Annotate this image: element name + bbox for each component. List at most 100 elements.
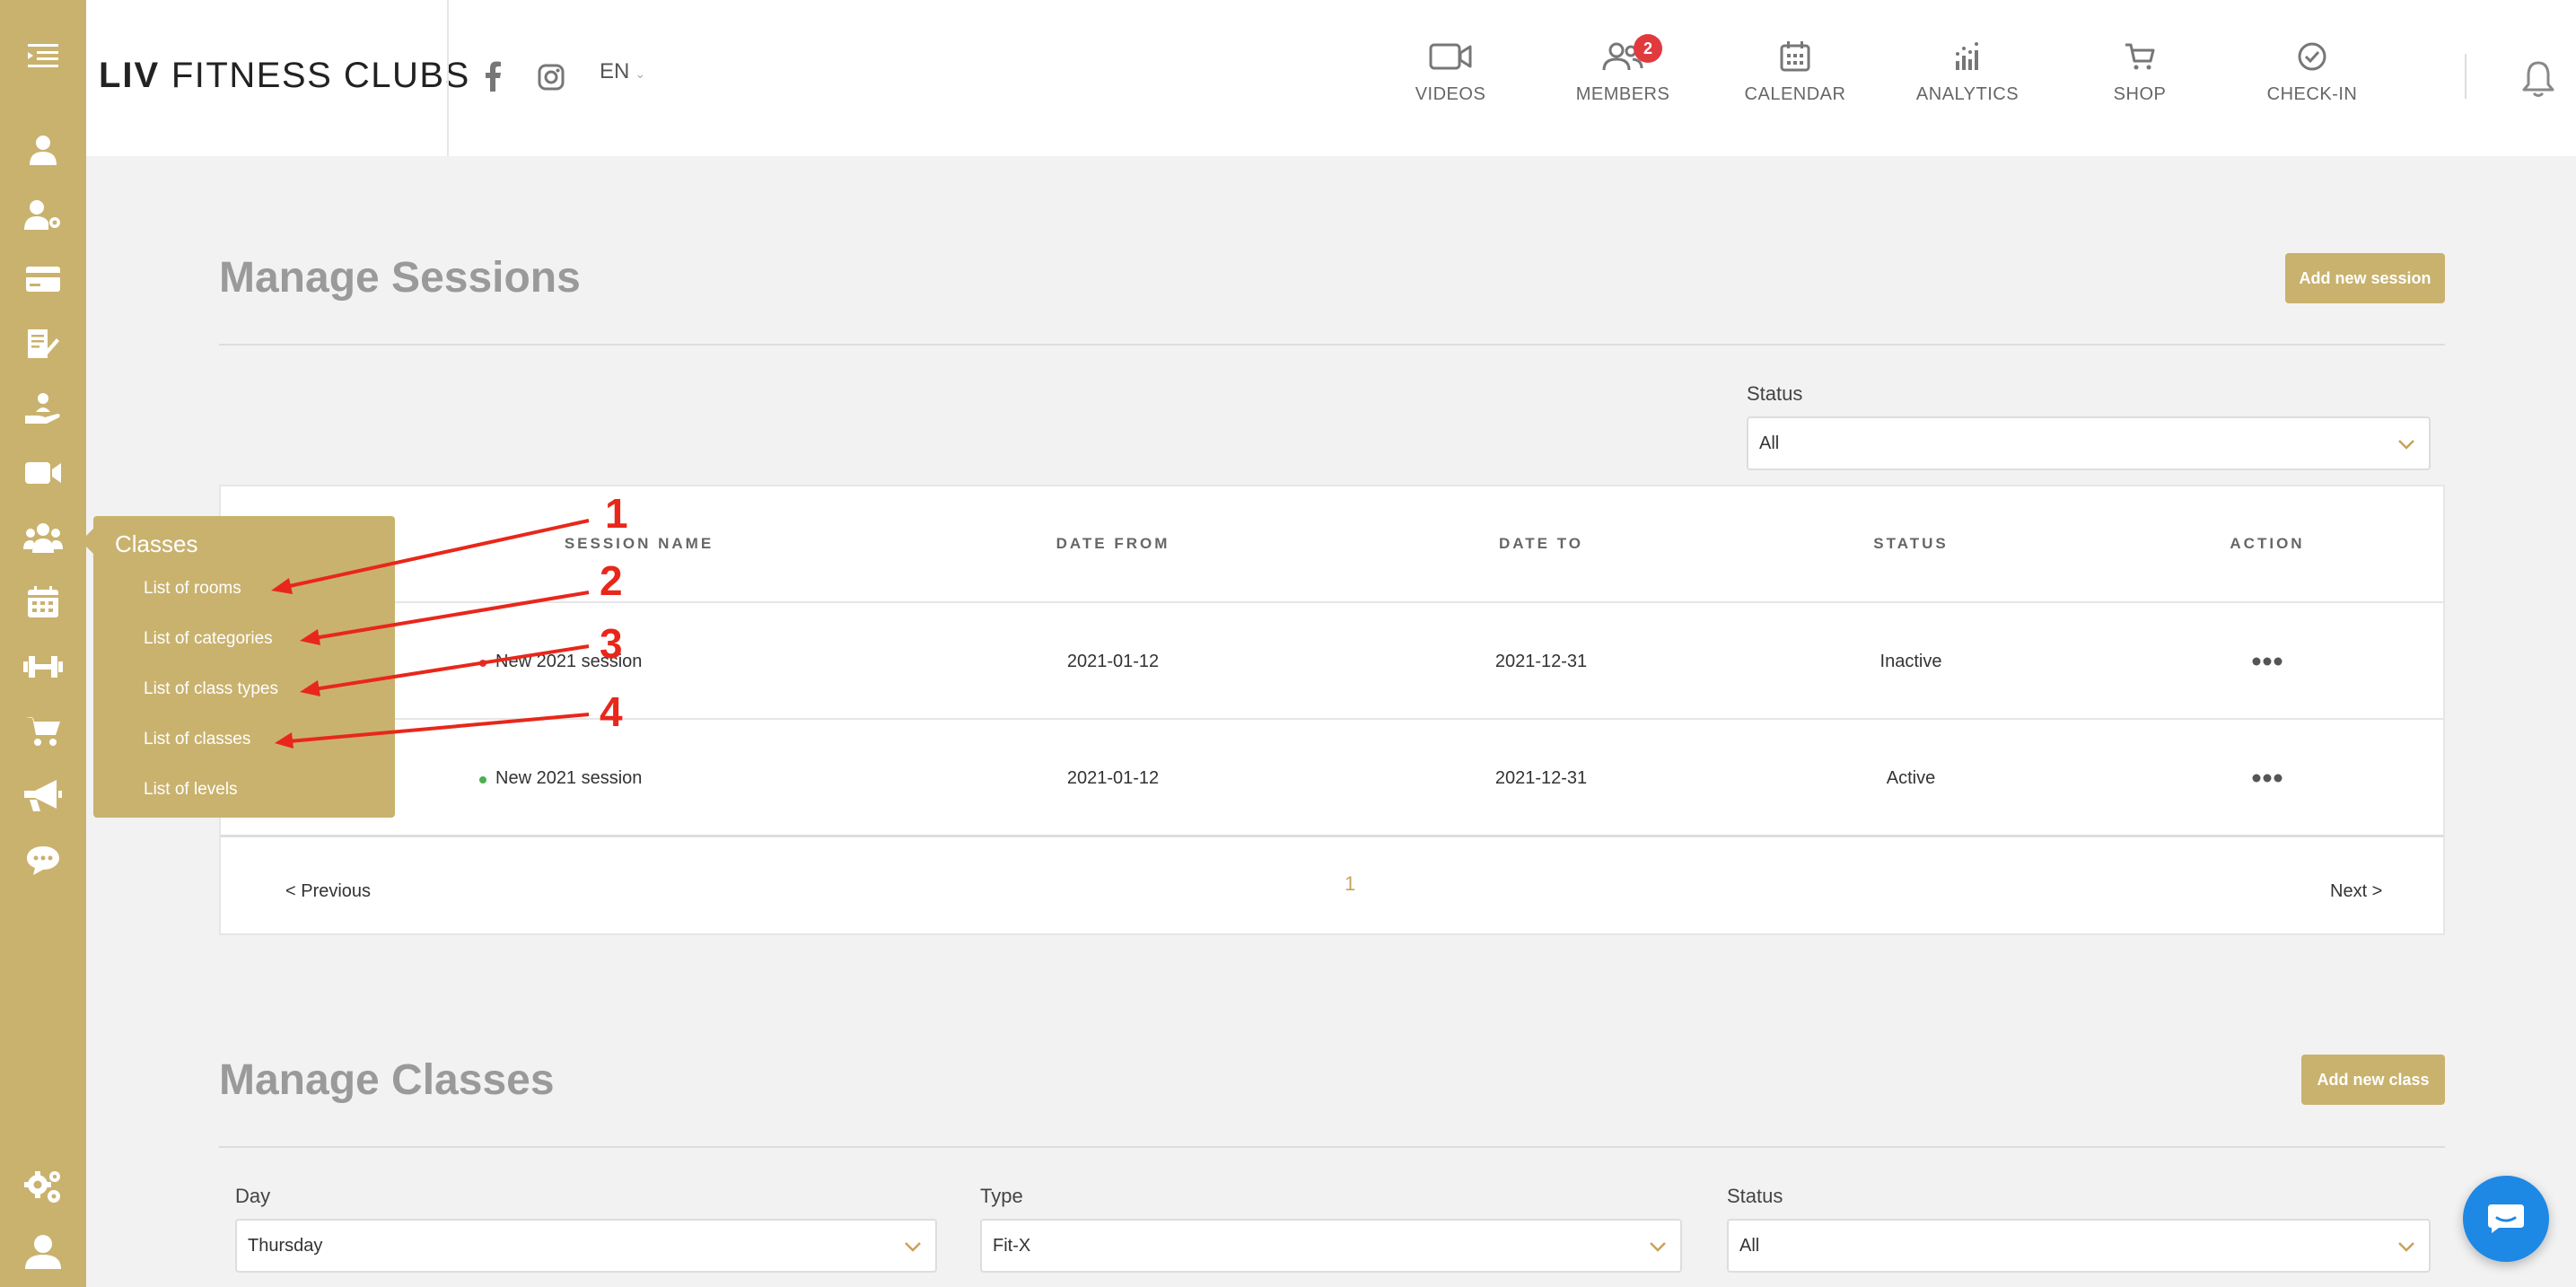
facebook-icon[interactable] — [476, 59, 512, 95]
annotation-number: 1 — [605, 490, 628, 537]
chevron-down-icon — [2398, 1242, 2414, 1252]
more-actions-icon[interactable] — [2240, 765, 2294, 792]
nav-calendar[interactable]: CALENDAR — [1723, 41, 1867, 105]
calendar-icon — [1780, 41, 1810, 72]
divider — [221, 601, 2443, 603]
menu-item-list-of-rooms[interactable]: List of rooms — [144, 579, 241, 599]
status-dot — [479, 776, 486, 784]
credit-card-icon[interactable] — [22, 258, 65, 301]
type-filter-label: Type — [980, 1185, 1023, 1207]
manage-sessions-title: Manage Sessions — [219, 254, 581, 302]
nav-analytics[interactable]: ANALYTICS — [1896, 41, 2039, 105]
check-circle-icon — [2298, 42, 2326, 71]
class-status-filter-label: Status — [1727, 1185, 1783, 1207]
nav-check-in-label: CHECK-IN — [2266, 84, 2358, 104]
user-settings-icon[interactable] — [22, 193, 65, 236]
shop-cart-icon — [2125, 43, 2155, 70]
column-header-session-name: SESSION NAME — [564, 535, 714, 552]
menu-collapse-icon[interactable] — [22, 34, 65, 77]
notification-bell-icon[interactable] — [2517, 57, 2560, 101]
user-icon[interactable] — [22, 128, 65, 171]
annotation-number: 4 — [600, 688, 623, 735]
hand-care-icon[interactable] — [22, 387, 65, 430]
members-notification-badge: 2 — [1634, 34, 1662, 63]
day-filter-select[interactable]: Thursday — [235, 1219, 937, 1273]
chevron-down-icon — [2398, 440, 2414, 450]
nav-analytics-label: ANALYTICS — [1915, 84, 2020, 104]
calendar-icon[interactable] — [22, 581, 65, 624]
class-status-filter-value: All — [1739, 1235, 1760, 1256]
nav-videos-label: VIDEOS — [1415, 84, 1486, 104]
sidebar — [0, 0, 86, 1287]
type-filter-select[interactable]: Fit-X — [980, 1219, 1682, 1273]
chat-bubble-icon[interactable] — [22, 839, 65, 882]
status-dot — [479, 660, 486, 667]
menu-item-list-of-levels[interactable]: List of levels — [144, 780, 238, 800]
dumbbell-icon[interactable] — [22, 645, 65, 688]
analytics-icon — [1956, 42, 1978, 70]
type-filter-value: Fit-X — [993, 1235, 1031, 1256]
status-value: Inactive — [1879, 652, 1942, 671]
next-page-button[interactable]: Next > — [2330, 881, 2382, 902]
chevron-down-icon: ⌄ — [635, 66, 646, 81]
column-header-date-to: DATE TO — [1498, 535, 1584, 552]
session-name[interactable]: New 2021 session — [495, 768, 765, 789]
document-edit-icon[interactable] — [22, 322, 65, 365]
previous-page-button[interactable]: < Previous — [285, 881, 371, 902]
menu-item-list-of-classes[interactable]: List of classes — [144, 730, 250, 749]
cart-icon[interactable] — [22, 710, 65, 753]
megaphone-icon[interactable] — [22, 775, 65, 818]
nav-check-in[interactable]: CHECK-IN — [2240, 41, 2384, 105]
class-status-filter-select[interactable]: All — [1727, 1219, 2431, 1273]
chevron-down-icon — [1650, 1242, 1666, 1252]
column-header-date-from: DATE FROM — [1056, 535, 1170, 552]
add-new-class-button[interactable]: Add new class — [2301, 1055, 2445, 1105]
profile-icon[interactable] — [22, 1230, 65, 1273]
chevron-down-icon — [905, 1242, 921, 1252]
session-name[interactable]: New 2021 session — [495, 652, 765, 672]
menu-item-list-of-class-types[interactable]: List of class types — [144, 679, 278, 699]
menu-item-list-of-categories[interactable]: List of categories — [144, 629, 273, 649]
more-actions-icon[interactable] — [2240, 648, 2294, 675]
status-filter-label: Status — [1747, 382, 1803, 405]
language-selector[interactable]: EN ⌄ — [600, 59, 645, 84]
divider — [221, 718, 2443, 720]
nav-shop[interactable]: SHOP — [2068, 41, 2212, 105]
chat-icon — [2488, 1204, 2524, 1233]
status-filter-value: All — [1759, 433, 1780, 453]
annotation-number: 2 — [600, 557, 623, 604]
nav-members-label: MEMBERS — [1575, 84, 1670, 104]
video-icon[interactable] — [22, 451, 65, 495]
group-icon[interactable] — [22, 516, 65, 559]
classes-flyout-menu: Classes List of rooms List of categories… — [81, 516, 395, 818]
nav-shop-label: SHOP — [2113, 84, 2167, 104]
flyout-title: Classes — [115, 530, 198, 557]
day-filter-label: Day — [235, 1185, 271, 1207]
annotation-number: 3 — [600, 620, 623, 667]
date-to: 2021-12-31 — [1494, 768, 1588, 788]
nav-members[interactable]: 2 MEMBERS — [1551, 34, 1695, 105]
divider — [219, 1146, 2445, 1148]
date-from: 2021-01-12 — [1066, 652, 1160, 671]
brand-logo[interactable]: LIV FITNESS CLUBS — [99, 56, 470, 96]
settings-gears-icon[interactable] — [22, 1165, 65, 1208]
divider — [221, 835, 2443, 837]
divider — [447, 0, 449, 156]
chat-widget-button[interactable] — [2463, 1176, 2549, 1262]
column-header-action: ACTION — [2230, 535, 2305, 552]
status-value: Active — [1886, 768, 1936, 788]
sessions-table: SESSION NAME DATE FROM DATE TO STATUS AC… — [219, 485, 2445, 935]
add-new-session-button[interactable]: Add new session — [2285, 253, 2445, 303]
manage-classes-title: Manage Classes — [219, 1056, 555, 1104]
page-number-1[interactable]: 1 — [1345, 872, 1355, 896]
date-from: 2021-01-12 — [1066, 768, 1160, 788]
date-to: 2021-12-31 — [1494, 652, 1588, 671]
divider — [219, 344, 2445, 346]
divider — [2465, 54, 2466, 99]
nav-videos[interactable]: VIDEOS — [1379, 41, 1522, 105]
day-filter-value: Thursday — [248, 1235, 323, 1256]
video-camera-icon — [1429, 43, 1472, 70]
instagram-icon[interactable] — [533, 59, 569, 95]
status-filter-select[interactable]: All — [1747, 416, 2431, 470]
nav-calendar-label: CALENDAR — [1744, 84, 1846, 104]
